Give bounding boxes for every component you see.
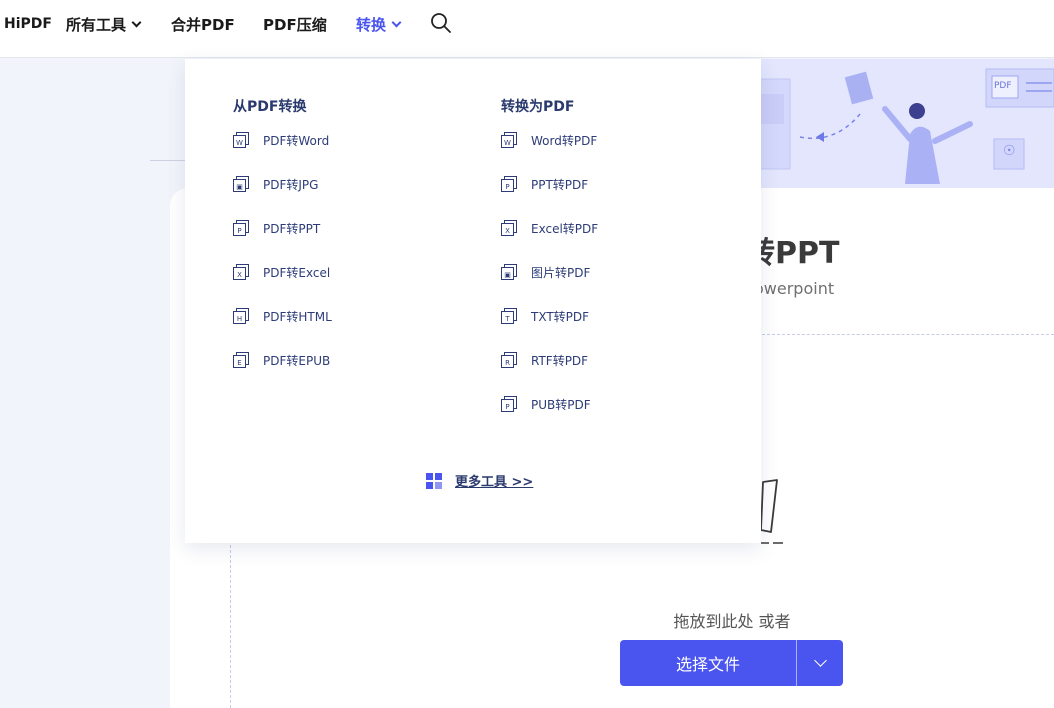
grid-icon [426,472,442,489]
chevron-down-icon [131,17,142,28]
word-doc-icon: W [501,131,517,148]
top-nav: HiPDF 所有工具 合并PDF PDF压缩 转换 [0,0,1054,58]
menu-item-label: Word转PDF [531,133,598,148]
epub-doc-icon: E [233,351,249,368]
dropzone-text: 拖放到此处 或者 [673,612,791,631]
divider [150,160,190,161]
menu-item-excel转pdf[interactable]: X Excel转PDF [501,218,598,238]
dropzone-border-top [762,334,1054,335]
menu-item-label: PDF转EPUB [263,353,331,368]
choose-file-label[interactable]: 选择文件 [620,640,796,686]
more-tools-label: 更多工具 >> [455,475,534,490]
nav-convert[interactable]: 转换 [356,0,402,48]
nav-all-tools[interactable]: 所有工具 [66,0,142,48]
hero-illustration [740,68,1054,184]
txt-doc-icon: T [501,307,517,324]
svg-text:T: T [504,315,510,323]
menu-item-label: RTF转PDF [531,353,589,368]
chevron-down-icon [391,17,402,28]
convert-dropdown-menu: 从PDF转换 转换为PDF W PDF转Word ▣ PDF转JPG P PDF转PPT X… [185,59,761,543]
menu-item-pdf转ppt[interactable]: P PDF转PPT [233,218,320,238]
excel-doc-icon: X [501,219,517,236]
more-tools-link[interactable]: 更多工具 >> [426,471,533,490]
menu-item-pdf转excel[interactable]: X PDF转Excel [233,262,330,282]
menu-item-pdf转word[interactable]: W PDF转Word [233,130,329,150]
dropzone-border-left [230,540,231,708]
menu-item-label: Excel转PDF [531,221,599,236]
menu-item-label: PPT转PDF [531,177,589,192]
menu-item-label: PUB转PDF [531,397,591,412]
svg-text:W: W [504,139,511,147]
word-doc-icon: W [233,131,249,148]
svg-text:H: H [237,315,242,323]
to-pdf-heading: 转换为PDF [501,99,575,115]
nav-convert-label: 转换 [356,15,387,34]
image-doc-icon: ▣ [233,175,249,192]
svg-text:R: R [505,359,510,367]
ppt-doc-icon: P [501,175,517,192]
nav-all-tools-label: 所有工具 [66,15,127,34]
menu-item-pdf转html[interactable]: H PDF转HTML [233,306,332,326]
search-icon[interactable] [430,12,452,34]
rtf-doc-icon: R [501,351,517,368]
svg-text:P: P [505,183,509,191]
svg-text:E: E [237,359,241,367]
choose-file-button[interactable]: 选择文件 [620,640,843,686]
page-subtitle: owerpoint [754,279,835,298]
menu-item-label: PDF转PPT [263,221,321,236]
menu-item-图片转pdf[interactable]: ▣ 图片转PDF [501,262,590,282]
menu-item-ppt转pdf[interactable]: P PPT转PDF [501,174,588,194]
menu-item-rtf转pdf[interactable]: R RTF转PDF [501,350,588,370]
menu-item-label: TXT转PDF [531,309,590,324]
svg-text:▣: ▣ [504,271,511,279]
nav-merge-pdf[interactable]: 合并PDF [171,0,235,48]
menu-item-label: PDF转Word [263,133,330,148]
nav-compress-pdf[interactable]: PDF压缩 [263,0,327,48]
menu-item-label: PDF转JPG [263,177,319,192]
lightbulb-icon: ☉ [1003,143,1016,159]
pub-doc-icon: P [501,395,517,412]
svg-text:P: P [505,403,509,411]
html-doc-icon: H [233,307,249,324]
menu-item-pub转pdf[interactable]: P PUB转PDF [501,394,591,414]
image-doc-icon: ▣ [501,263,517,280]
from-pdf-heading: 从PDF转换 [233,99,307,115]
chevron-down-icon [813,654,827,667]
menu-item-label: PDF转HTML [263,309,332,324]
svg-text:X: X [237,271,242,279]
menu-item-pdf转jpg[interactable]: ▣ PDF转JPG [233,174,318,194]
excel-doc-icon: X [233,263,249,280]
svg-text:W: W [236,139,243,147]
menu-item-pdf转epub[interactable]: E PDF转EPUB [233,350,330,370]
svg-text:▣: ▣ [236,183,243,191]
upload-illustration-icon [760,479,783,544]
ppt-doc-icon: P [233,219,249,236]
brand-logo[interactable]: HiPDF [4,0,52,48]
hero-pdf-badge: PDF [994,81,1012,91]
upload-source-dropdown[interactable] [797,640,843,686]
menu-item-txt转pdf[interactable]: T TXT转PDF [501,306,589,326]
menu-item-word转pdf[interactable]: W Word转PDF [501,130,597,150]
hero-banner: PDF ☉ [740,59,1054,189]
svg-text:X: X [505,227,510,235]
menu-item-label: 图片转PDF [531,265,591,280]
menu-item-label: PDF转Excel [263,265,331,280]
svg-text:P: P [237,227,241,235]
